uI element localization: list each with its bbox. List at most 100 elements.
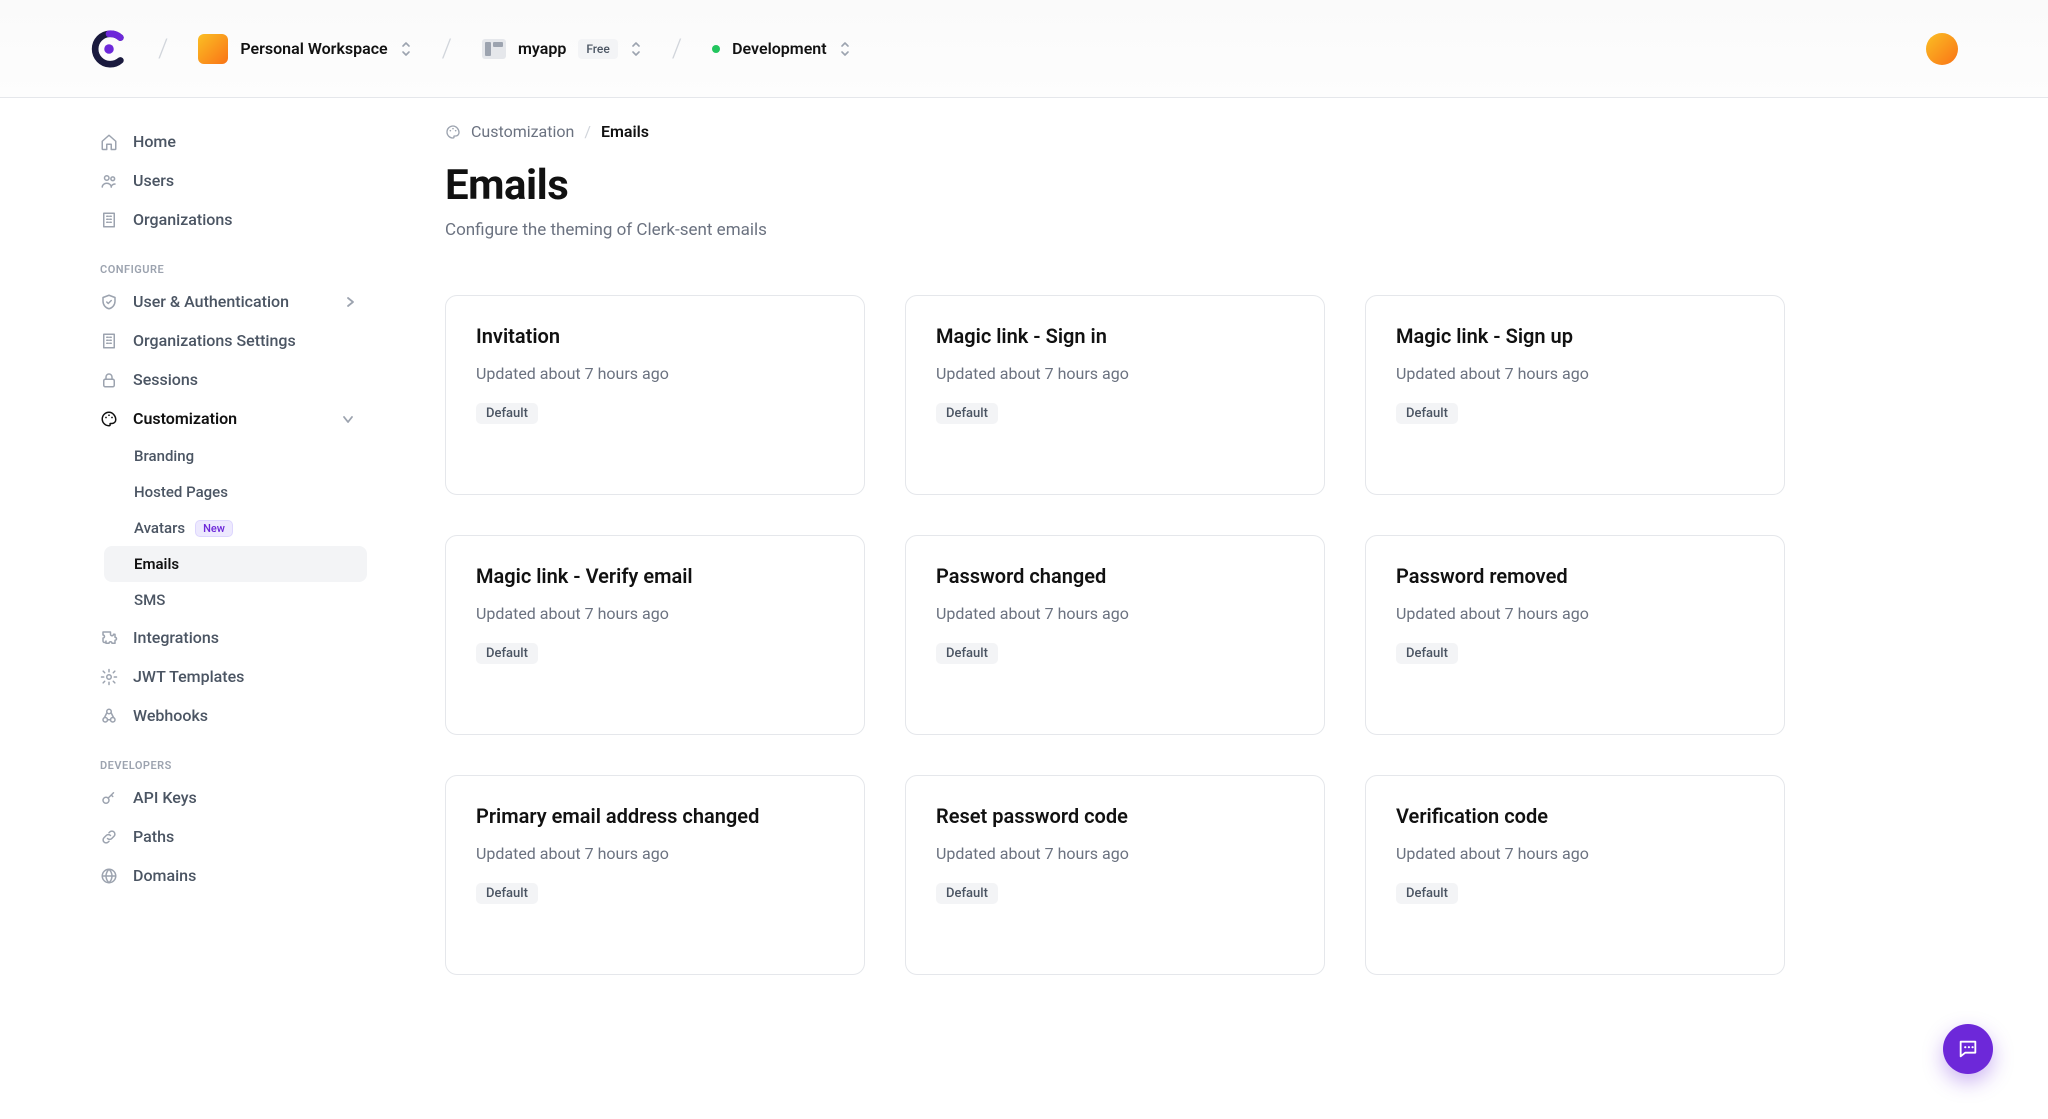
email-card-magic-link-verify-email[interactable]: Magic link - Verify emailUpdated about 7… xyxy=(445,535,865,735)
breadcrumb-parent[interactable]: Customization xyxy=(471,122,574,141)
users-icon xyxy=(100,172,118,190)
subnav-label: Emails xyxy=(134,555,179,573)
workspace-name: Personal Workspace xyxy=(240,39,387,58)
nav-label: JWT Templates xyxy=(133,667,244,686)
sidebar-item-api-keys[interactable]: API Keys xyxy=(88,778,367,817)
card-title: Primary email address changed xyxy=(476,804,834,828)
palette-icon xyxy=(100,410,118,428)
sidebar-item-organizations-settings[interactable]: Organizations Settings xyxy=(88,321,367,360)
status-badge: Default xyxy=(936,403,998,424)
sidebar-item-home[interactable]: Home xyxy=(88,122,367,161)
status-badge: Default xyxy=(1396,883,1458,904)
page-title: Emails xyxy=(445,161,1785,210)
card-title: Verification code xyxy=(1396,804,1754,828)
clerk-logo[interactable] xyxy=(90,30,128,68)
app-name: myapp xyxy=(518,39,566,58)
email-card-verification-code[interactable]: Verification code Updated about 7 hours a… xyxy=(1365,775,1785,975)
new-badge: New xyxy=(195,520,233,537)
nav-label: Home xyxy=(133,132,176,151)
subnav-item-emails[interactable]: Emails xyxy=(104,546,367,582)
sidebar: Home Users Organizations CONFIGURE User & … xyxy=(0,98,395,1035)
divider: / xyxy=(158,34,168,64)
sidebar-item-user-authentication[interactable]: User & Authentication xyxy=(88,282,367,321)
divider: / xyxy=(672,34,682,64)
chevron-updown-icon xyxy=(839,40,851,58)
email-card-password-removed[interactable]: Password removedUpdated about 7 hours ag… xyxy=(1365,535,1785,735)
email-card-reset-password-code[interactable]: Reset password codeUpdated about 7 hours… xyxy=(905,775,1325,975)
card-title: Password changed xyxy=(936,564,1294,588)
card-title: Magic link - Sign in xyxy=(936,324,1294,348)
status-badge: Default xyxy=(476,883,538,904)
page-subtitle: Configure the theming of Clerk-sent emai… xyxy=(445,220,1785,240)
puzzle-icon xyxy=(100,629,118,647)
status-badge: Default xyxy=(936,643,998,664)
lock-icon xyxy=(100,371,118,389)
email-card-grid: Invitation Updated about 7 hours ago Defau… xyxy=(445,295,1785,975)
sidebar-item-jwt-templates[interactable]: JWT Templates xyxy=(88,657,367,696)
nav-label: Integrations xyxy=(133,628,219,647)
divider: / xyxy=(442,34,452,64)
breadcrumb-current: Emails xyxy=(601,122,649,141)
environment-selector[interactable]: Development xyxy=(712,39,850,58)
email-card-magic-link-sign-up[interactable]: Magic link - Sign upUpdated about 7 hour… xyxy=(1365,295,1785,495)
email-card-primary-email-address-changed[interactable]: Primary email address changed Updated abo… xyxy=(445,775,865,975)
subnav-item-avatars[interactable]: Avatars New xyxy=(104,510,367,546)
card-updated: Updated about 7 hours ago xyxy=(476,364,834,383)
shield-icon xyxy=(100,293,118,311)
card-updated: Updated about 7 hours ago xyxy=(1396,364,1754,383)
status-dot-icon xyxy=(712,45,720,53)
sidebar-item-sessions[interactable]: Sessions xyxy=(88,360,367,399)
key-icon xyxy=(100,789,118,807)
subnav-label: SMS xyxy=(134,591,165,609)
sidebar-item-organizations[interactable]: Organizations xyxy=(88,200,367,239)
status-badge: Default xyxy=(476,403,538,424)
cog-icon xyxy=(100,668,118,686)
card-updated: Updated about 7 hours ago xyxy=(476,844,834,863)
sidebar-item-paths[interactable]: Paths xyxy=(88,817,367,856)
nav-label: Organizations Settings xyxy=(133,331,296,350)
card-title: Reset password code xyxy=(936,804,1294,828)
chat-icon xyxy=(1957,1038,1979,1060)
status-badge: Default xyxy=(1396,403,1458,424)
sidebar-item-customization[interactable]: Customization xyxy=(88,399,367,438)
status-badge: Default xyxy=(476,643,538,664)
nav-label: Sessions xyxy=(133,370,198,389)
email-card-password-changed[interactable]: Password changed Updated about 7 hours ag… xyxy=(905,535,1325,735)
email-card-invitation[interactable]: Invitation Updated about 7 hours ago Defau… xyxy=(445,295,865,495)
section-label-configure: CONFIGURE xyxy=(88,239,367,282)
chat-fab[interactable] xyxy=(1943,1024,1993,1074)
home-icon xyxy=(100,133,118,151)
status-badge: Default xyxy=(1396,643,1458,664)
chevron-right-icon xyxy=(345,295,355,309)
subnav-item-branding[interactable]: Branding xyxy=(104,438,367,474)
sidebar-item-webhooks[interactable]: Webhooks xyxy=(88,696,367,735)
card-updated: Updated about 7 hours ago xyxy=(936,604,1294,623)
sidebar-item-integrations[interactable]: Integrations xyxy=(88,618,367,657)
globe-icon xyxy=(100,867,118,885)
subnav-label: Avatars xyxy=(134,519,185,537)
nav-label: Paths xyxy=(133,827,174,846)
card-title: Invitation xyxy=(476,324,834,348)
card-updated: Updated about 7 hours ago xyxy=(1396,844,1754,863)
status-badge: Default xyxy=(936,883,998,904)
nav-label: Organizations xyxy=(133,210,233,229)
app-selector[interactable]: myapp Free xyxy=(482,39,642,59)
workspace-selector[interactable]: Personal Workspace xyxy=(198,34,411,64)
email-card-magic-link-sign-in[interactable]: Magic link - Sign inUpdated about 7 hour… xyxy=(905,295,1325,495)
nav-label: API Keys xyxy=(133,788,197,807)
link-icon xyxy=(100,828,118,846)
card-title: Magic link - Verify email xyxy=(476,564,834,588)
card-title: Password removed xyxy=(1396,564,1754,588)
profile-avatar[interactable] xyxy=(1926,33,1958,65)
sidebar-item-users[interactable]: Users xyxy=(88,161,367,200)
org-icon xyxy=(100,332,118,350)
content-area: Customization / Emails Emails Configure … xyxy=(395,98,1845,1035)
subnav-item-hosted-pages[interactable]: Hosted Pages xyxy=(104,474,367,510)
subnav-item-sms[interactable]: SMS xyxy=(104,582,367,618)
sidebar-item-domains[interactable]: Domains xyxy=(88,856,367,895)
chevron-down-icon xyxy=(341,414,355,424)
subnav-label: Hosted Pages xyxy=(134,483,228,501)
chevron-updown-icon xyxy=(630,40,642,58)
webhook-icon xyxy=(100,707,118,725)
chevron-updown-icon xyxy=(400,40,412,58)
